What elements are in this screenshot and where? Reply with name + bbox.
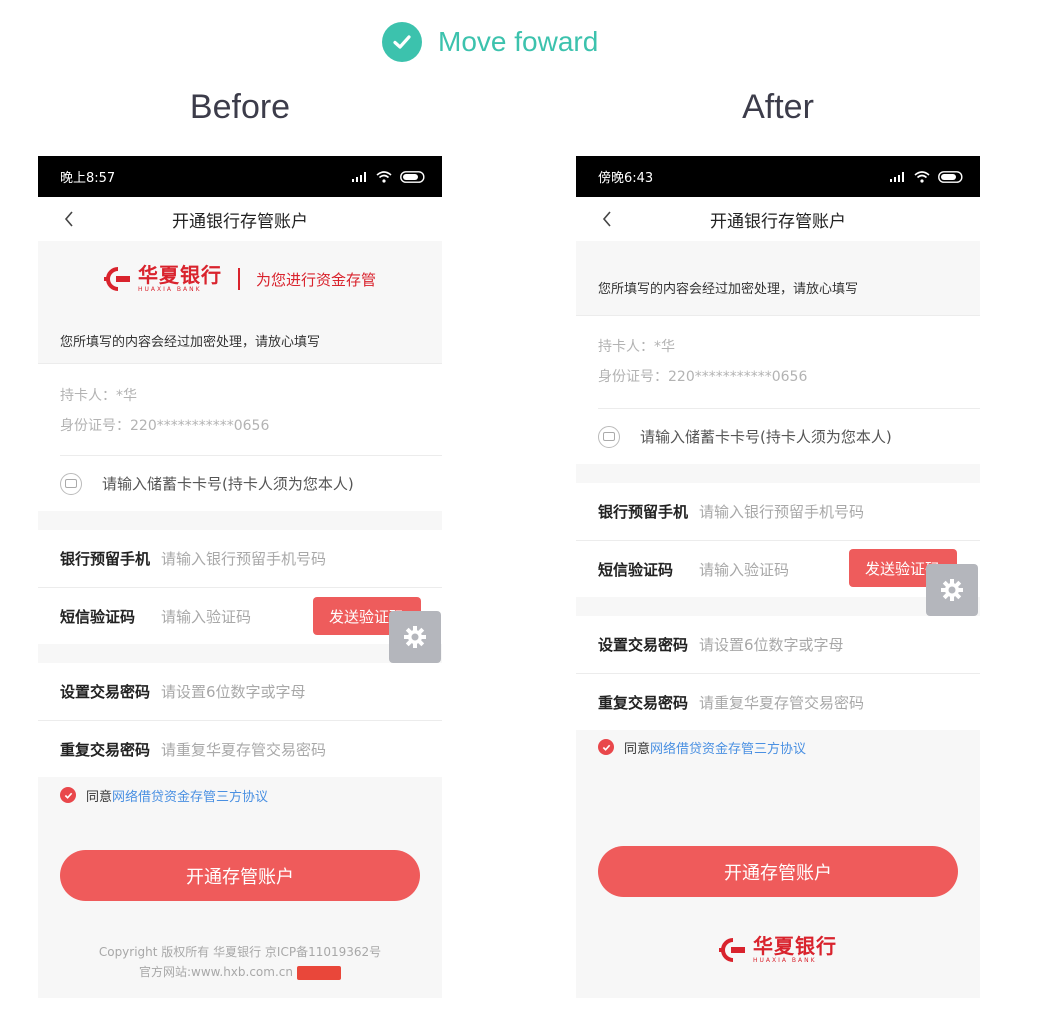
after-screen: 傍晚6:43 开通银行存管账户 您所填写的内容会经过加密处理，请放心填写 持卡人… bbox=[576, 156, 980, 998]
wifi-icon bbox=[914, 170, 930, 183]
agreement-link[interactable]: 网络借贷资金存管三方协议 bbox=[650, 738, 806, 757]
brand-banner: 华夏银行 HUAXIA BANK 为您进行资金存管 bbox=[38, 241, 442, 317]
password-group: 设置交易密码 请设置6位数字或字母 重复交易密码 请重复华夏存管交易密码 bbox=[38, 663, 442, 777]
nav-bar: 开通银行存管账户 bbox=[38, 197, 442, 241]
phone-sms-group: 银行预留手机 请输入银行预留手机号码 短信验证码 请输入验证码 发送验证码 bbox=[576, 483, 980, 597]
bank-name-cn: 华夏银行 bbox=[753, 934, 837, 958]
signal-icon bbox=[352, 171, 366, 182]
copyright: Copyright 版权所有 华夏银行 京ICP备11019362号 官方网站:… bbox=[38, 942, 442, 982]
agree-prefix: 同意 bbox=[86, 789, 113, 805]
signal-icon bbox=[890, 171, 904, 182]
id-number: 身份证号：220***********0656 bbox=[60, 418, 270, 434]
before-title: Before bbox=[189, 88, 291, 126]
confirm-password-input[interactable]: 请重复华夏存管交易密码 bbox=[699, 692, 864, 713]
wifi-icon bbox=[376, 170, 392, 183]
phone-row[interactable]: 银行预留手机 请输入银行预留手机号码 bbox=[576, 483, 980, 540]
bank-logo: 华夏银行 HUAXIA BANK bbox=[719, 936, 837, 964]
trust-badge-icon bbox=[297, 965, 341, 980]
bank-logo-icon bbox=[719, 938, 745, 962]
password-group: 设置交易密码 请设置6位数字或字母 重复交易密码 请重复华夏存管交易密码 bbox=[576, 616, 980, 730]
card-number-field[interactable]: 请输入储蓄卡卡号(持卡人须为您本人) bbox=[60, 455, 442, 511]
status-time: 晚上8:57 bbox=[60, 171, 116, 186]
phone-label: 银行预留手机 bbox=[598, 503, 689, 521]
header-label: Move foward bbox=[438, 26, 599, 57]
card-number-placeholder: 请输入储蓄卡卡号(持卡人须为您本人) bbox=[102, 475, 354, 493]
phone-row[interactable]: 银行预留手机 请输入银行预留手机号码 bbox=[38, 530, 442, 587]
copyright-line: Copyright 版权所有 华夏银行 京ICP备11019362号 bbox=[98, 945, 382, 959]
battery-icon bbox=[400, 170, 425, 183]
agreement-link[interactable]: 网络借贷资金存管三方协议 bbox=[112, 786, 268, 805]
chevron-left-icon bbox=[64, 211, 73, 227]
sms-input[interactable]: 请输入验证码 bbox=[161, 606, 251, 627]
sms-row[interactable]: 短信验证码 请输入验证码 发送验证码 bbox=[576, 540, 980, 597]
bank-name-en: HUAXIA BANK bbox=[753, 957, 817, 964]
gear-icon bbox=[404, 626, 426, 648]
brand-divider bbox=[237, 268, 240, 290]
nav-bar: 开通银行存管账户 bbox=[576, 197, 980, 241]
brand-slogan: 为您进行资金存管 bbox=[255, 270, 376, 289]
sms-label: 短信验证码 bbox=[60, 607, 136, 626]
security-notice: 您所填写的内容会经过加密处理，请放心填写 bbox=[598, 281, 859, 297]
check-icon bbox=[382, 22, 422, 62]
agree-checkbox[interactable] bbox=[598, 739, 614, 755]
phone-input[interactable]: 请输入银行预留手机号码 bbox=[161, 548, 326, 569]
cardholder-info: 持卡人：*华 身份证号：220***********0656 请输入储蓄卡卡号(… bbox=[576, 315, 980, 464]
phone-sms-group: 银行预留手机 请输入银行预留手机号码 短信验证码 请输入验证码 发送验证码 bbox=[38, 530, 442, 644]
security-notice: 您所填写的内容会经过加密处理，请放心填写 bbox=[60, 334, 321, 350]
status-bar: 晚上8:57 bbox=[38, 156, 442, 197]
sms-label: 短信验证码 bbox=[598, 560, 674, 579]
confirm-password-input[interactable]: 请重复华夏存管交易密码 bbox=[161, 739, 326, 760]
password-input[interactable]: 请设置6位数字或字母 bbox=[161, 681, 306, 702]
back-button[interactable] bbox=[594, 205, 620, 233]
cardholder-name: 持卡人：*华 bbox=[598, 339, 675, 355]
battery-icon bbox=[938, 170, 963, 183]
password-input[interactable]: 请设置6位数字或字母 bbox=[699, 634, 844, 655]
card-icon bbox=[598, 425, 620, 448]
floating-settings-button[interactable] bbox=[389, 611, 441, 663]
before-screen: 晚上8:57 开通银行存管账户 华夏银行 HUAXIA BANK 为您进行资金存… bbox=[38, 156, 442, 998]
password-row[interactable]: 设置交易密码 请设置6位数字或字母 bbox=[38, 663, 442, 720]
chevron-left-icon bbox=[602, 211, 611, 227]
confirm-password-row[interactable]: 重复交易密码 请重复华夏存管交易密码 bbox=[576, 673, 980, 730]
phone-input[interactable]: 请输入银行预留手机号码 bbox=[699, 501, 864, 522]
open-account-button[interactable]: 开通存管账户 bbox=[60, 850, 420, 901]
sms-input[interactable]: 请输入验证码 bbox=[699, 559, 789, 580]
check-icon bbox=[64, 792, 72, 799]
id-number: 身份证号：220***********0656 bbox=[598, 369, 808, 385]
phone-label: 银行预留手机 bbox=[60, 550, 151, 568]
confirm-password-row[interactable]: 重复交易密码 请重复华夏存管交易密码 bbox=[38, 720, 442, 777]
cardholder-info: 持卡人：*华 身份证号：220***********0656 请输入储蓄卡卡号(… bbox=[38, 363, 442, 511]
agreement-row[interactable]: 同意 网络借贷资金存管三方协议 bbox=[576, 730, 980, 764]
after-title: After bbox=[742, 88, 814, 126]
footer-bank-logo: 华夏银行 HUAXIA BANK bbox=[576, 936, 980, 964]
check-icon bbox=[602, 744, 610, 751]
agreement-row[interactable]: 同意 网络借贷资金存管三方协议 bbox=[38, 778, 442, 812]
card-number-field[interactable]: 请输入储蓄卡卡号(持卡人须为您本人) bbox=[598, 408, 980, 464]
website-line: 官方网站:www.hxb.com.cn bbox=[139, 965, 293, 979]
card-icon bbox=[60, 472, 82, 495]
page-title: 开通银行存管账户 bbox=[172, 211, 308, 232]
bank-name-cn: 华夏银行 bbox=[137, 263, 222, 287]
agree-prefix: 同意 bbox=[624, 741, 651, 757]
page-title: 开通银行存管账户 bbox=[710, 211, 846, 232]
confirm-password-label: 重复交易密码 bbox=[598, 693, 689, 712]
back-button[interactable] bbox=[56, 205, 82, 233]
agree-checkbox[interactable] bbox=[60, 787, 76, 803]
card-number-placeholder: 请输入储蓄卡卡号(持卡人须为您本人) bbox=[640, 428, 892, 446]
open-account-button[interactable]: 开通存管账户 bbox=[598, 846, 958, 897]
cardholder-name: 持卡人：*华 bbox=[60, 388, 137, 404]
floating-settings-button[interactable] bbox=[926, 564, 978, 616]
status-bar: 傍晚6:43 bbox=[576, 156, 980, 197]
password-label: 设置交易密码 bbox=[598, 636, 689, 654]
move-forward-badge: Move foward bbox=[382, 22, 598, 62]
bank-logo-icon bbox=[103, 267, 130, 291]
password-row[interactable]: 设置交易密码 请设置6位数字或字母 bbox=[576, 616, 980, 673]
password-label: 设置交易密码 bbox=[60, 683, 151, 701]
bank-name-en: HUAXIA BANK bbox=[137, 286, 202, 293]
sms-row[interactable]: 短信验证码 请输入验证码 发送验证码 bbox=[38, 587, 442, 644]
status-time: 傍晚6:43 bbox=[598, 171, 654, 186]
gear-icon bbox=[941, 579, 963, 601]
bank-logo: 华夏银行 HUAXIA BANK bbox=[103, 263, 222, 293]
confirm-password-label: 重复交易密码 bbox=[60, 740, 151, 759]
